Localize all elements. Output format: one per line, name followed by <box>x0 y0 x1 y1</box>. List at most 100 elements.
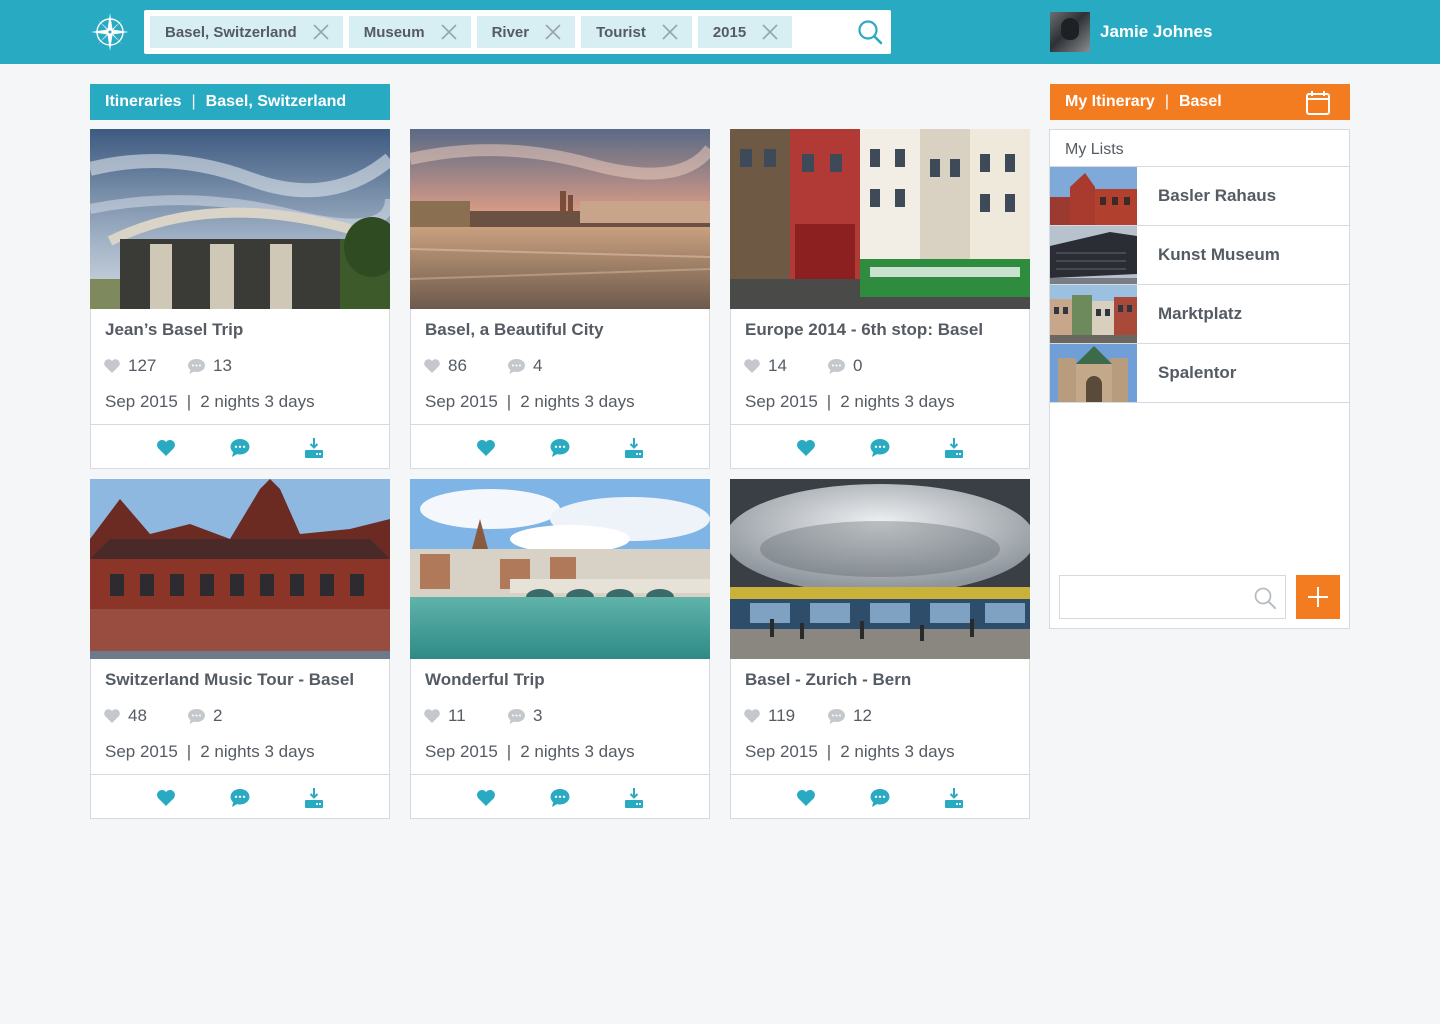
comment-count: 0 <box>853 356 863 375</box>
comment-icon[interactable] <box>869 437 891 459</box>
list-thumbnail <box>1050 344 1137 402</box>
close-icon[interactable] <box>662 24 678 40</box>
comment-icon[interactable] <box>549 437 571 459</box>
itinerary-stats: 11 3 <box>423 706 591 726</box>
heart-icon[interactable] <box>475 437 497 459</box>
itinerary-photo[interactable] <box>730 479 1030 659</box>
filter-chip-label: River <box>491 23 530 41</box>
itinerary-meta: Sep 2015 | 2 nights 3 days <box>745 742 955 762</box>
card-actions <box>730 424 1030 469</box>
comment-icon[interactable] <box>549 787 571 809</box>
itinerary-card[interactable]: Wonderful Trip 11 3 Sep 2015 | 2 nights 3 … <box>410 479 710 819</box>
comment-count: 13 <box>213 356 232 375</box>
itinerary-card[interactable]: Europe 2014 - 6th stop: Basel 14 0 Sep 2… <box>730 129 1030 469</box>
like-count: 11 <box>448 706 466 725</box>
itinerary-photo[interactable] <box>90 479 390 659</box>
itinerary-meta: Sep 2015 | 2 nights 3 days <box>425 742 635 762</box>
heart-icon[interactable] <box>155 787 177 809</box>
comment-count: 12 <box>853 706 872 725</box>
itinerary-title[interactable]: Basel, a Beautiful City <box>425 320 604 340</box>
comment-icon[interactable] <box>869 787 891 809</box>
add-list-button[interactable] <box>1296 575 1340 619</box>
comment-icon <box>508 708 525 724</box>
itinerary-duration: 2 nights 3 days <box>840 742 955 761</box>
comment-icon[interactable] <box>229 787 251 809</box>
panel-title: My Itinerary <box>1065 93 1155 110</box>
download-icon[interactable] <box>303 787 325 809</box>
itinerary-card[interactable]: Switzerland Music Tour - Basel 48 2 Sep … <box>90 479 390 819</box>
panel-city: Basel <box>1178 93 1222 110</box>
download-icon[interactable] <box>623 787 645 809</box>
search-bar[interactable]: Basel, Switzerland Museum River Tourist … <box>144 10 891 54</box>
itinerary-meta: Sep 2015 | 2 nights 3 days <box>425 392 635 412</box>
close-icon[interactable] <box>440 24 457 40</box>
itinerary-title[interactable]: Switzerland Music Tour - Basel <box>105 670 354 690</box>
comment-icon[interactable] <box>229 437 251 459</box>
user-profile[interactable]: Jamie Johnes <box>1050 12 1212 52</box>
calendar-icon[interactable] <box>1305 90 1331 116</box>
heart-icon[interactable] <box>795 787 817 809</box>
close-icon[interactable] <box>545 24 561 40</box>
close-icon[interactable] <box>313 24 329 40</box>
heart-icon <box>104 359 120 373</box>
itinerary-card[interactable]: Basel, a Beautiful City 86 4 Sep 2015 | 2 … <box>410 129 710 469</box>
avatar[interactable] <box>1050 12 1090 52</box>
comment-count: 4 <box>533 356 543 375</box>
download-icon[interactable] <box>943 787 965 809</box>
itinerary-photo[interactable] <box>410 479 710 659</box>
itinerary-duration: 2 nights 3 days <box>520 742 635 761</box>
comment-icon <box>188 358 205 374</box>
filter-chip[interactable]: 2015 <box>697 16 793 48</box>
itineraries-header: Itineraries | Basel, Switzerland <box>90 84 390 120</box>
itinerary-title[interactable]: Wonderful Trip <box>425 670 545 690</box>
list-item[interactable]: Marktplatz <box>1050 285 1349 344</box>
list-item-name: Basler Rahaus <box>1158 186 1277 205</box>
compass-logo-icon[interactable] <box>90 12 130 52</box>
list-item[interactable]: Spalentor <box>1050 344 1349 403</box>
like-count: 119 <box>768 706 796 725</box>
filter-chip[interactable]: River <box>476 16 576 48</box>
filter-chips: Basel, Switzerland Museum River Tourist … <box>150 16 793 48</box>
itinerary-photo[interactable] <box>90 129 390 309</box>
filter-chip[interactable]: Basel, Switzerland <box>150 16 343 48</box>
itinerary-title[interactable]: Basel - Zurich - Bern <box>745 670 911 690</box>
top-bar: Basel, Switzerland Museum River Tourist … <box>0 0 1440 64</box>
itinerary-photo[interactable] <box>410 129 710 309</box>
meta-separator: | <box>826 742 832 761</box>
itinerary-duration: 2 nights 3 days <box>520 392 635 411</box>
itinerary-date: Sep 2015 <box>745 392 818 411</box>
filter-chip[interactable]: Museum <box>348 16 471 48</box>
search-icon[interactable] <box>857 19 883 45</box>
card-actions <box>90 774 390 819</box>
meta-separator: | <box>186 392 192 411</box>
itinerary-card[interactable]: Jean’s Basel Trip 127 13 Sep 2015 | 2 nigh… <box>90 129 390 469</box>
download-icon[interactable] <box>943 437 965 459</box>
list-search-input[interactable] <box>1060 576 1240 618</box>
heart-icon[interactable] <box>155 437 177 459</box>
comment-icon <box>828 358 845 374</box>
comment-count: 3 <box>533 706 543 725</box>
list-search-field[interactable] <box>1059 575 1286 619</box>
heart-icon[interactable] <box>795 437 817 459</box>
comment-icon <box>828 708 845 724</box>
download-icon[interactable] <box>303 437 325 459</box>
heart-icon <box>744 709 760 723</box>
search-icon[interactable] <box>1253 586 1277 610</box>
download-icon[interactable] <box>623 437 645 459</box>
itinerary-card[interactable]: Basel - Zurich - Bern 119 12 Sep 2015 | 2 … <box>730 479 1030 819</box>
like-count: 127 <box>128 356 157 375</box>
list-item[interactable]: Basler Rahaus <box>1050 167 1349 226</box>
user-name[interactable]: Jamie Johnes <box>1100 22 1212 42</box>
comment-icon <box>188 708 205 724</box>
itinerary-duration: 2 nights 3 days <box>200 392 315 411</box>
list-thumbnail <box>1050 226 1137 284</box>
itinerary-photo[interactable] <box>730 129 1030 309</box>
filter-chip[interactable]: Tourist <box>581 16 692 48</box>
itinerary-title[interactable]: Europe 2014 - 6th stop: Basel <box>745 320 983 340</box>
itinerary-title[interactable]: Jean’s Basel Trip <box>105 320 243 340</box>
close-icon[interactable] <box>762 24 778 40</box>
list-item[interactable]: Kunst Museum <box>1050 226 1349 285</box>
heart-icon[interactable] <box>475 787 497 809</box>
itinerary-meta: Sep 2015 | 2 nights 3 days <box>105 392 315 412</box>
itinerary-stats: 14 0 <box>743 356 911 376</box>
